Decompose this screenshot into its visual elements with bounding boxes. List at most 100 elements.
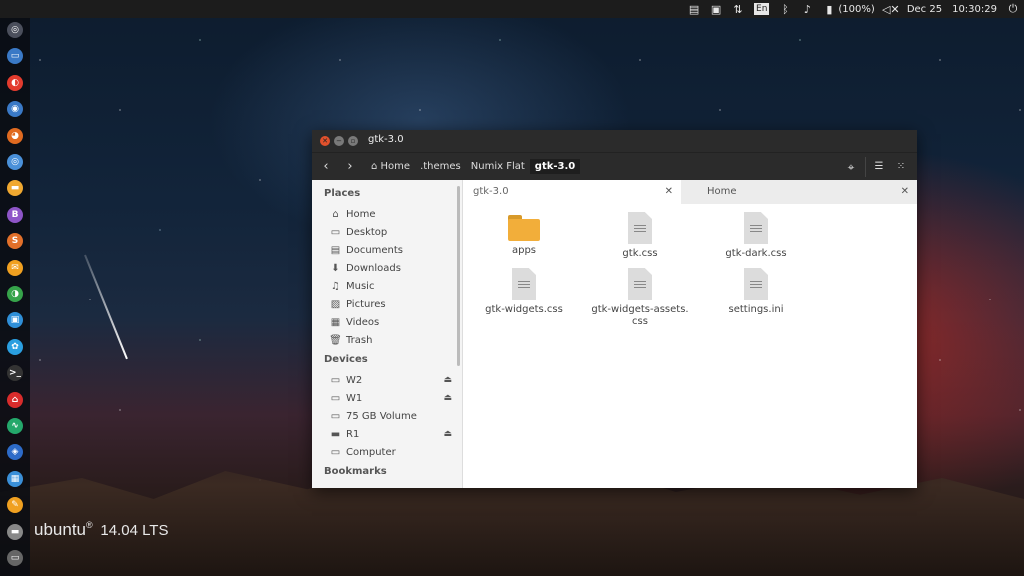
forward-button[interactable]: › [341,158,359,176]
calendar-icon[interactable]: ▦ [7,470,23,487]
pictures-icon: ▨ [330,298,341,310]
text-editor-icon[interactable]: ▬ [7,180,23,197]
drive-icon: ▬ [330,428,341,440]
sidebar-item-trash[interactable]: 🗑 Trash [329,332,452,348]
firefox-icon[interactable]: ◕ [7,127,23,144]
software-center-icon[interactable]: S [7,233,23,250]
power-session-icon[interactable]: ⏻ [1007,2,1019,15]
text-file-icon [744,212,768,244]
monitor-drive-icon: ▭ [330,374,341,386]
photo-icon[interactable]: ✉ [7,259,23,276]
volume-muted-icon[interactable]: ◁✕ [882,3,900,16]
list-view-icon[interactable]: ☰ [871,159,887,175]
bluetooth-icon[interactable]: ᛒ [779,3,791,16]
file-name: gtk-widgets-assets. [591,304,689,315]
sidebar-item-label: Downloads [346,262,401,274]
eject-icon[interactable]: ⏏ [443,429,452,439]
file-item[interactable]: settings.ini [701,268,811,316]
breadcrumb: ⌂ Home .themes Numix Flat gtk-3.0 [366,159,581,174]
tab-gtk-3-0[interactable]: gtk-3.0 ✕ [463,180,681,204]
cpu-icon[interactable]: ▣ [710,3,722,16]
dash-icon[interactable]: ◎ [7,22,23,38]
sidebar-device-75-gb-volume[interactable]: ▭ 75 GB Volume [330,408,452,424]
date-label[interactable]: Dec 25 [907,4,942,15]
sidebar-device-w1[interactable]: ▭ W1 ⏏ [330,390,452,406]
sidebar-item-home[interactable]: ⌂ Home [330,206,452,222]
documents-icon: ▤ [330,244,341,256]
ubuntu-one-icon[interactable]: ⌂ [7,391,23,408]
terminal-icon[interactable]: >_ [7,365,23,382]
system-monitor-icon[interactable]: ∿ [7,418,23,434]
tab-home[interactable]: Home ✕ [681,180,917,204]
breadcrumb-themes[interactable]: .themes [415,159,466,174]
places-header: Places [324,188,361,199]
grid-view-icon[interactable]: ⁙ [893,159,909,175]
network-icon[interactable]: ⇅ [732,3,744,16]
chromium-icon[interactable]: ◎ [7,154,23,170]
sidebar-device-r1[interactable]: ▬ R1 ⏏ [330,426,452,442]
tab-label: Home [707,186,737,197]
eject-icon[interactable]: ⏏ [443,393,452,403]
sidebar-item-label: Music [346,280,375,292]
sidebar-item-pictures[interactable]: ▨ Pictures [330,296,452,312]
sidebar-item-downloads[interactable]: ⬇ Downloads [330,260,452,276]
breadcrumb-home[interactable]: ⌂ Home [366,159,415,174]
color-picker-icon[interactable]: ◑ [7,286,23,302]
tab-bar: gtk-3.0 ✕ Home ✕ [463,180,917,204]
home-icon: ⌂ [332,208,339,220]
sidebar-scrollbar[interactable] [457,186,460,366]
notification-bell-icon[interactable]: ♪ [801,3,813,16]
breadcrumb-numix-flat[interactable]: Numix Flat [466,159,530,174]
sidebar-item-label: W1 [346,392,363,404]
app-icon[interactable]: ◉ [7,101,23,118]
folder-item[interactable]: apps [469,212,579,257]
file-item[interactable]: gtk-widgets.css [469,268,579,316]
clock-label[interactable]: 10:30:29 [952,4,997,15]
sidebar-device-w2[interactable]: ▭ W2 ⏏ [330,372,452,388]
close-tab-icon[interactable]: ✕ [901,180,909,204]
maximize-button[interactable]: ▫ [348,136,358,146]
file-name: apps [511,245,537,256]
eject-icon[interactable]: ⏏ [443,375,452,385]
minimize-button[interactable]: − [334,136,344,146]
file-item[interactable]: gtk-widgets-assets. css [585,268,695,328]
sidebar-item-label: R1 [346,428,360,440]
ubuntu-version: 14.04 LTS [100,522,169,539]
bookmarks-header: Bookmarks [324,466,387,477]
chrome-icon[interactable]: ◐ [7,74,23,91]
drive-icon[interactable]: ▬ [7,523,23,540]
trash-icon[interactable]: ▭ [7,550,23,566]
sidebar-item-label: Documents [346,244,404,256]
back-button[interactable]: ‹ [317,158,335,176]
writer-icon[interactable]: B [7,206,23,223]
window-titlebar[interactable]: ✕ − ▫ gtk-3.0 [312,130,917,152]
file-name: gtk-dark.css [725,248,787,259]
breadcrumb-current[interactable]: gtk-3.0 [529,159,581,174]
sidebar-item-documents[interactable]: ▤ Documents [330,242,452,258]
sidebar-device-computer[interactable]: ▭ Computer [330,444,452,460]
file-item[interactable]: gtk.css [585,212,695,260]
settings-icon[interactable]: ✿ [7,338,23,355]
files-icon[interactable]: ▭ [7,48,23,65]
compass-icon[interactable]: ◈ [7,444,23,461]
sidebar-item-desktop[interactable]: ▭ Desktop [330,224,452,240]
close-button[interactable]: ✕ [320,136,330,146]
breadcrumb-label: Home [380,161,411,172]
file-name: gtk.css [622,248,658,259]
launcher: ◎ ▭ ◐ ◉ ◕ ◎ ▬ B S ✉ ◑ ▣ ✿ >_ ⌂ ∿ ◈ ▦ ✎ ▬ ▭ [0,18,30,576]
sidebar-item-label: Videos [346,316,380,328]
text-file-icon [512,268,536,300]
keyboard-layout-indicator[interactable]: En [754,3,770,15]
sidebar: Places Devices Bookmarks ⌂ Home ▭ Desktop ▤ D… [312,180,463,488]
file-item[interactable]: gtk-dark.css [701,212,811,260]
battery-indicator[interactable]: ▮ (100%) [823,3,874,16]
sidebar-item-label: Computer [346,446,396,458]
image-viewer-icon[interactable]: ▣ [7,312,23,329]
close-tab-icon[interactable]: ✕ [665,180,673,204]
utility-icon[interactable]: ✎ [7,497,23,514]
sidebar-item-music[interactable]: ♫ Music [330,278,452,294]
location-target-icon[interactable]: ⌖ [843,159,859,175]
sidebar-item-label: W2 [346,374,363,386]
sidebar-item-videos[interactable]: ▦ Videos [330,314,452,330]
clipboard-icon[interactable]: ▤ [688,3,700,16]
